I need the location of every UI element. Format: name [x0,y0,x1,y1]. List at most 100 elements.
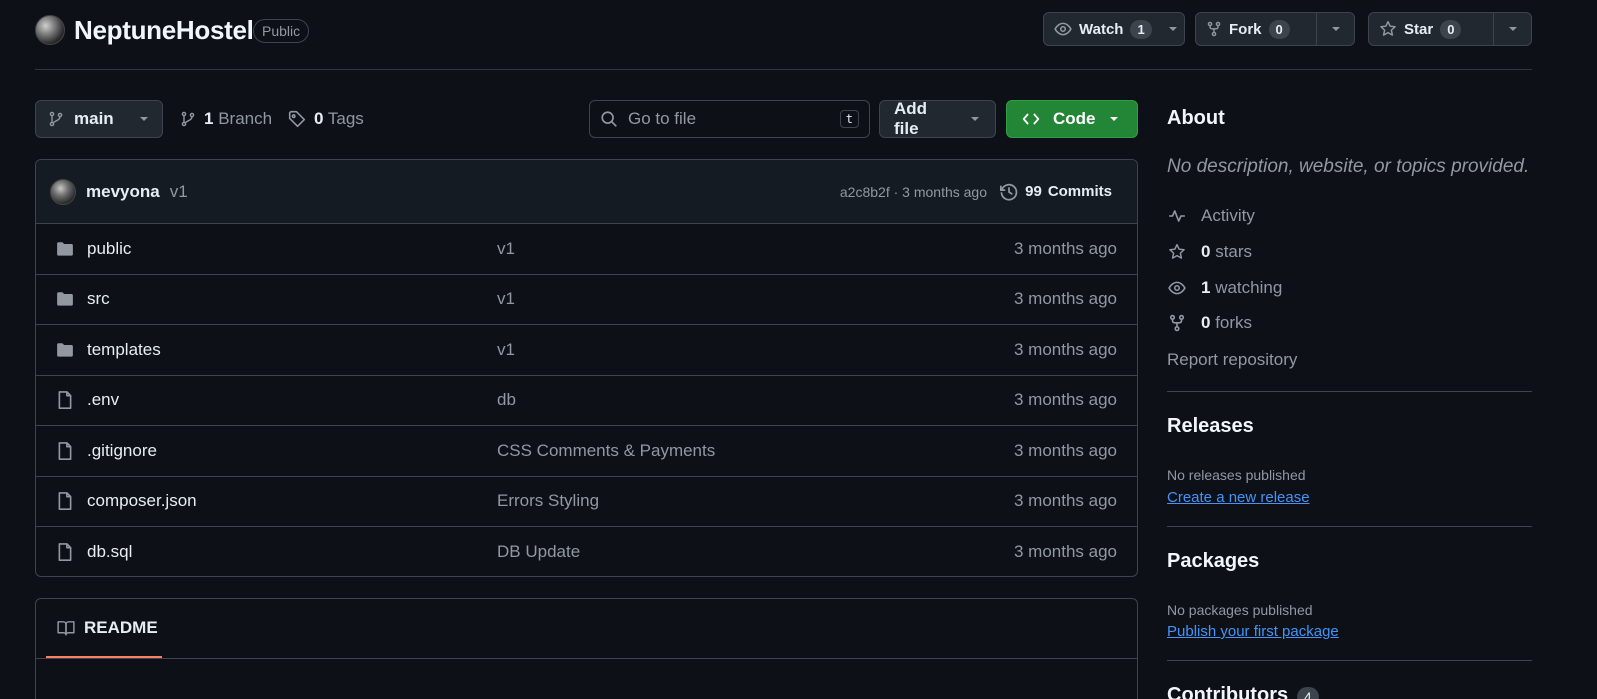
releases-title[interactable]: Releases [1167,415,1254,438]
commit-author-avatar[interactable] [50,178,76,205]
fork-button-group: Fork 0 [1195,12,1355,46]
commit-author[interactable]: mevyona [86,182,160,202]
stars-label: stars [1215,242,1253,261]
chevron-down-icon [1507,23,1519,35]
readme-tab-label: README [84,617,158,637]
file-commit-message[interactable]: CSS Comments & Payments [497,441,715,461]
repo-header: NeptuneHostel Public Watch 1 Fork 0 Star… [35,0,1532,70]
file-row[interactable]: src v1 3 months ago [36,275,1137,325]
publish-package-link[interactable]: Publish your first package [1167,623,1339,640]
forks-label: forks [1215,313,1253,332]
commits-history-link[interactable]: 99 Commits [999,182,1112,202]
add-file-label: Add file [894,99,928,138]
repo-name[interactable]: NeptuneHostel [74,15,254,46]
stars-link[interactable]: 0 stars [1167,242,1252,262]
go-to-file-input[interactable] [628,109,830,129]
owner-avatar[interactable] [35,15,65,45]
forks-count: 0 [1201,313,1211,332]
readme-tab[interactable]: README [46,599,162,658]
code-button[interactable]: Code [1006,100,1138,138]
watchers-link[interactable]: 1 watching [1167,278,1282,298]
commit-hash-time[interactable]: a2c8b2f · 3 months ago [840,184,987,200]
chevron-down-icon [1108,113,1120,125]
tag-icon [288,110,306,128]
packages-title[interactable]: Packages [1167,550,1259,573]
watch-count: 1 [1130,19,1152,39]
file-row[interactable]: public v1 3 months ago [36,224,1137,275]
eye-icon [1054,20,1072,38]
file-name-link[interactable]: db.sql [87,542,132,562]
file-name-link[interactable]: composer.json [87,491,197,511]
activity-link[interactable]: Activity [1167,206,1255,226]
watching-count: 1 [1201,278,1211,297]
file-icon [55,491,75,511]
watch-dropdown[interactable] [1162,13,1184,45]
tags-link[interactable]: 0 Tags [288,100,364,138]
fork-button[interactable]: Fork 0 [1196,13,1316,45]
repo-forked-icon [1167,314,1187,332]
report-repository-link[interactable]: Report repository [1167,350,1297,370]
file-name-link[interactable]: .env [87,390,119,410]
file-name-link[interactable]: templates [87,340,161,360]
file-name-link[interactable]: public [87,239,131,259]
file-commit-message[interactable]: v1 [497,340,515,360]
file-browser: mevyona v1 a2c8b2f · 3 months ago 99 Com… [35,159,1138,577]
file-commit-message[interactable]: v1 [497,289,515,309]
chevron-down-icon [1167,23,1179,35]
stars-count: 0 [1201,242,1211,261]
readme-divider [36,658,1137,659]
chevron-down-icon [138,113,150,125]
folder-icon [55,240,75,258]
file-commit-message[interactable]: DB Update [497,542,580,562]
eye-icon [1167,279,1187,297]
file-row[interactable]: .env db 3 months ago [36,376,1137,426]
commit-message[interactable]: v1 [170,182,188,202]
fork-dropdown[interactable] [1316,13,1354,45]
chevron-down-icon [1330,23,1342,35]
keyboard-shortcut-hint: t [839,110,859,128]
star-button[interactable]: Star 0 [1369,13,1493,45]
file-icon [55,390,75,410]
commits-label: Commits [1047,183,1112,200]
star-count: 0 [1440,19,1462,39]
star-button-group: Star 0 [1368,12,1532,46]
file-row[interactable]: composer.json Errors Styling 3 months ago [36,477,1137,527]
branch-name: main [74,109,114,128]
file-commit-message[interactable]: db [497,390,516,410]
about-description: No description, website, or topics provi… [1167,156,1530,177]
latest-commit-bar: mevyona v1 a2c8b2f · 3 months ago 99 Com… [36,160,1137,224]
sidebar-divider [1167,526,1532,527]
file-commit-date: 3 months ago [1013,440,1117,460]
fork-label: Fork [1229,20,1262,38]
go-to-file-search: t [589,100,870,138]
forks-link[interactable]: 0 forks [1167,313,1252,333]
file-commit-date: 3 months ago [1013,339,1117,359]
branch-label: Branch [218,109,273,128]
watching-label: watching [1215,278,1283,297]
branches-link[interactable]: 1 Branch [180,100,272,138]
file-row[interactable]: .gitignore CSS Comments & Payments 3 month… [36,426,1137,477]
contributors-title: Contributors [1167,684,1289,699]
star-dropdown[interactable] [1493,13,1531,45]
file-commit-message[interactable]: Errors Styling [497,491,599,511]
releases-empty-text: No releases published [1167,467,1306,483]
tag-label: Tags [327,109,364,128]
file-commit-message[interactable]: v1 [497,239,515,259]
commits-count: 99 [1025,183,1042,200]
branch-count: 1 [204,109,214,128]
about-title: About [1167,107,1225,129]
branch-selector[interactable]: main [35,100,163,138]
contributors-header[interactable]: Contributors 4 [1167,684,1319,699]
file-row[interactable]: db.sql DB Update 3 months ago [36,527,1137,576]
watch-button[interactable]: Watch 1 [1044,13,1162,45]
code-icon [1021,110,1041,128]
book-icon [56,619,76,637]
file-name-link[interactable]: src [87,289,110,309]
create-release-link[interactable]: Create a new release [1167,489,1310,506]
folder-icon [55,341,75,359]
file-commit-date: 3 months ago [1013,542,1117,562]
file-name-link[interactable]: .gitignore [87,441,157,461]
file-row[interactable]: templates v1 3 months ago [36,325,1137,376]
add-file-button[interactable]: Add file [879,99,996,138]
star-icon [1379,20,1397,38]
